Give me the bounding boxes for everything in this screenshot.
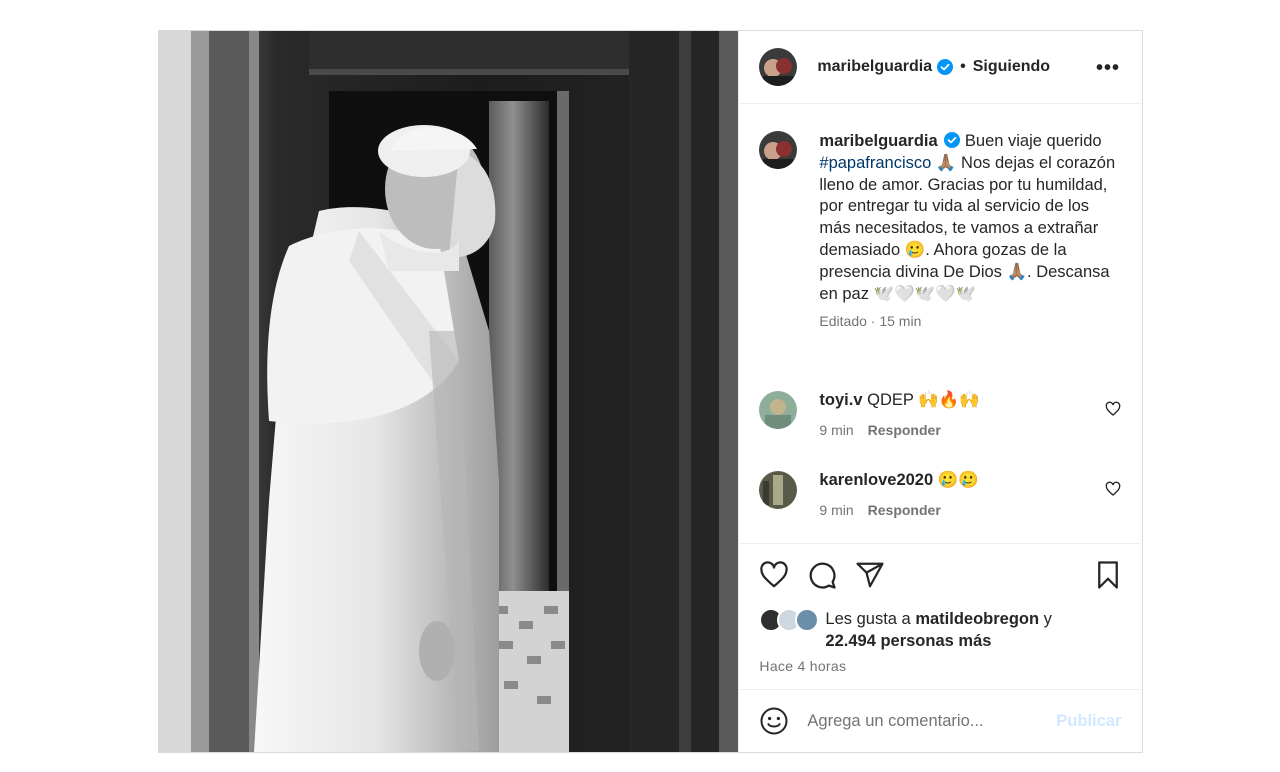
heart-icon[interactable] bbox=[759, 560, 789, 590]
likes-summary: Les gusta a matildeobregon y 22.494 pers… bbox=[759, 608, 1052, 652]
comment-input[interactable] bbox=[807, 711, 1048, 731]
comment-meta: 9 min Responder bbox=[819, 502, 978, 518]
liker-avatars[interactable] bbox=[759, 608, 821, 632]
author-username[interactable]: maribelguardia bbox=[817, 58, 932, 76]
comment-item: karenlove2020 🥲🥲 9 min Responder bbox=[759, 471, 1129, 518]
bookmark-icon[interactable] bbox=[1093, 560, 1123, 590]
following-button[interactable]: Siguiendo bbox=[973, 58, 1050, 76]
action-icons-row bbox=[759, 560, 1123, 590]
like-comment-heart-icon[interactable] bbox=[1105, 401, 1121, 417]
post-dialog: maribelguardia • Siguiendo ••• maribelgu… bbox=[158, 30, 1143, 753]
likes-joiner: y bbox=[1043, 610, 1052, 628]
likes-user-link[interactable]: matildeobregon bbox=[915, 610, 1039, 628]
caption-avatar[interactable] bbox=[759, 131, 798, 169]
like-comment-heart-icon[interactable] bbox=[1105, 481, 1121, 497]
share-icon[interactable] bbox=[855, 560, 885, 590]
post-header: maribelguardia • Siguiendo ••• bbox=[739, 31, 1142, 104]
caption-username[interactable]: maribelguardia bbox=[819, 132, 937, 150]
likes-prefix: Les gusta a bbox=[825, 610, 911, 628]
comment-username[interactable]: toyi.v bbox=[819, 391, 862, 409]
post-comment-button[interactable]: Publicar bbox=[1056, 712, 1121, 731]
verified-badge-icon bbox=[944, 132, 961, 148]
caption-text-after: 🙏🏽 Nos dejas el corazón lleno de amor. G… bbox=[819, 153, 1116, 303]
comment-body: karenlove2020 🥲🥲 9 min Responder bbox=[819, 471, 978, 518]
post-photo[interactable] bbox=[159, 31, 739, 752]
header-separator: • bbox=[960, 58, 966, 75]
caption-text-before: Buen viaje querido bbox=[964, 132, 1102, 150]
comment-body: toyi.v QDEP 🙌🔥🙌 9 min Responder bbox=[819, 391, 979, 438]
likes-others-link[interactable]: 22.494 personas más bbox=[825, 632, 991, 650]
comment-time: 9 min bbox=[819, 502, 854, 518]
likes-text: Les gusta a matildeobregon y 22.494 pers… bbox=[825, 608, 1052, 652]
post-side-panel: maribelguardia • Siguiendo ••• maribelgu… bbox=[738, 31, 1142, 752]
reply-button[interactable]: Responder bbox=[868, 502, 941, 518]
post-caption: maribelguardia Buen viaje querido #papaf… bbox=[759, 131, 1119, 333]
post-time[interactable]: Hace 4 horas bbox=[759, 658, 846, 674]
caption-meta: Editado · 15 min bbox=[819, 313, 922, 330]
comment-time: 9 min bbox=[819, 422, 854, 438]
commenter-avatar[interactable] bbox=[759, 391, 798, 429]
comment-text: QDEP 🙌🔥🙌 bbox=[867, 391, 980, 409]
liker-avatar bbox=[795, 608, 820, 632]
caption-body: maribelguardia Buen viaje querido #papaf… bbox=[819, 131, 1119, 333]
add-comment-bar: Publicar bbox=[739, 689, 1142, 752]
comments-list[interactable]: maribelguardia Buen viaje querido #papaf… bbox=[739, 105, 1141, 541]
pope-photo bbox=[159, 31, 739, 752]
emoji-icon[interactable] bbox=[759, 706, 789, 736]
comment-meta: 9 min Responder bbox=[819, 422, 979, 438]
reply-button[interactable]: Responder bbox=[868, 422, 941, 438]
verified-badge-icon bbox=[937, 59, 954, 75]
comment-item: toyi.v QDEP 🙌🔥🙌 9 min Responder bbox=[759, 391, 1129, 438]
commenter-avatar[interactable] bbox=[759, 471, 798, 509]
caption-hashtag-link[interactable]: #papafrancisco bbox=[819, 154, 931, 172]
more-options-icon[interactable]: ••• bbox=[1096, 57, 1120, 80]
comment-username[interactable]: karenlove2020 bbox=[819, 471, 933, 489]
comment-text: 🥲🥲 bbox=[937, 471, 979, 489]
comment-icon[interactable] bbox=[807, 560, 837, 590]
author-avatar[interactable] bbox=[759, 48, 798, 86]
